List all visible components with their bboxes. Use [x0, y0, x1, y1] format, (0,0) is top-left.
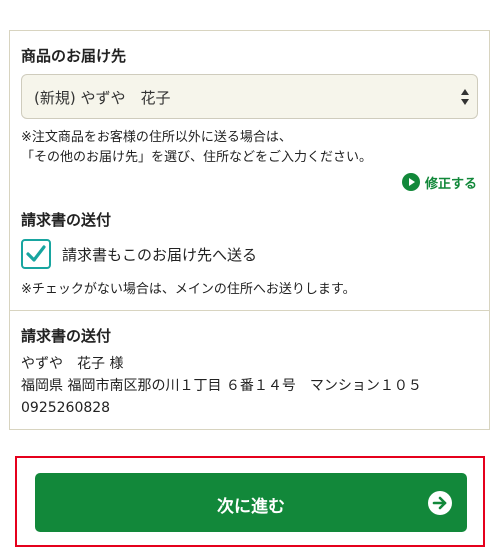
invoice-address-section: 請求書の送付 やずや 花子 様 福岡県 福岡市南区那の川１丁目 ６番１４号 マン… [10, 310, 489, 430]
delivery-panel: 商品のお届け先 (新規) やずや 花子 ※注文商品をお客様の住所以外に送る場合は… [9, 30, 490, 430]
play-circle-icon [401, 173, 420, 191]
invoice-address-line: 福岡県 福岡市南区那の川１丁目 ６番１４号 マンション１０５ [21, 378, 422, 394]
invoice-note: ※チェックがない場合は、メインの住所へお送りします。 [21, 282, 356, 297]
checkmark-icon [26, 245, 46, 262]
invoice-recipient-name: やずや 花子 様 [21, 356, 124, 372]
invoice-phone: 0925260828 [21, 400, 111, 416]
edit-link[interactable]: 修正する [401, 172, 477, 192]
delivery-note-line1: ※注文商品をお客様の住所以外に送る場合は、 [21, 130, 292, 145]
invoice-heading: 請求書の送付 [21, 211, 112, 229]
edit-link-label: 修正する [424, 176, 477, 192]
delivery-address-value: (新規) やずや 花子 [34, 89, 171, 107]
invoice-address-heading: 請求書の送付 [21, 327, 112, 345]
next-button[interactable]: 次に進む [35, 473, 467, 532]
next-button-label: 次に進む [217, 497, 285, 517]
delivery-address-select[interactable]: (新規) やずや 花子 [21, 74, 478, 119]
delivery-heading: 商品のお届け先 [21, 47, 127, 65]
invoice-checkbox-label[interactable]: 請求書もこのお届け先へ送る [62, 244, 257, 265]
arrow-right-circle-icon [428, 491, 452, 515]
delivery-section: 商品のお届け先 (新規) やずや 花子 ※注文商品をお客様の住所以外に送る場合は… [10, 31, 489, 310]
invoice-same-address-checkbox[interactable] [21, 239, 51, 269]
select-arrows-icon [460, 87, 470, 107]
delivery-note-line2: 「その他のお届け先」を選び、住所などをご入力ください。 [21, 150, 373, 165]
